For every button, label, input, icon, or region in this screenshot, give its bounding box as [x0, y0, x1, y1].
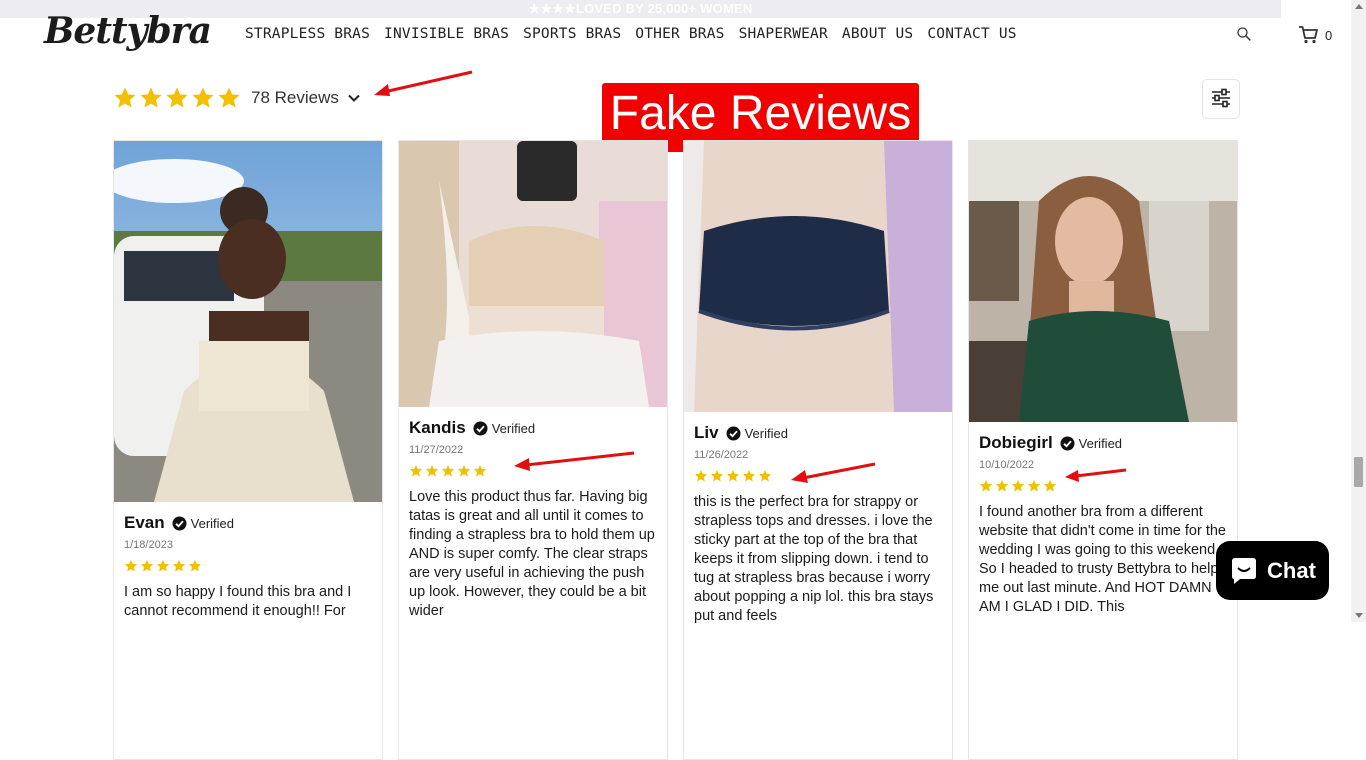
nav-sports-bras[interactable]: SPORTS BRAS [523, 26, 621, 42]
review-text: I am so happy I found this bra and I can… [124, 584, 352, 619]
star-icon [124, 559, 138, 572]
nav-invisible-bras[interactable]: INVISIBLE BRAS [384, 26, 509, 42]
verified-label: Verified [744, 425, 788, 441]
verified-label: Verified [491, 420, 536, 436]
review-date: 1/18/2023 [124, 539, 173, 551]
review-date: 11/26/2022 [694, 449, 749, 461]
annotation-arrow [514, 451, 635, 471]
star-icon [758, 469, 772, 482]
review-stars [124, 559, 372, 573]
star-icon [457, 464, 471, 477]
annotation-arrow [1065, 468, 1127, 482]
star-icon [473, 464, 487, 477]
main-nav: STRAPLESS BRAS INVISIBLE BRAS SPORTS BRA… [245, 26, 1017, 42]
scroll-down-arrow[interactable] [1355, 613, 1363, 618]
chevron-down-icon[interactable] [348, 94, 360, 102]
chat-bubble-icon [1232, 557, 1257, 584]
review-count[interactable]: 78 Reviews [251, 88, 339, 108]
review-text: this is the perfect bra for strappy or s… [694, 494, 934, 624]
star-icon [995, 479, 1009, 492]
star-icon [218, 87, 240, 108]
verified-label: Verified [190, 515, 235, 531]
filter-button[interactable] [1202, 79, 1240, 119]
review-photo[interactable] [114, 141, 383, 502]
reviewer-name: Dobiegirl [979, 433, 1053, 452]
star-icon [1043, 479, 1057, 492]
star-icon [166, 87, 188, 108]
star-icon [710, 469, 724, 482]
cart-icon[interactable] [1299, 26, 1318, 44]
star-icon [172, 559, 186, 572]
star-icon [1011, 479, 1025, 492]
announcement-text: ★★★★LOVED BY 25,000+ WOMEN [528, 1, 753, 16]
verified-check-icon [473, 421, 488, 435]
summary-stars [113, 86, 241, 110]
chat-button[interactable]: Chat [1216, 541, 1329, 600]
star-icon [140, 559, 154, 572]
reviews-summary[interactable]: 78 Reviews [113, 86, 360, 110]
review-body: Kandis Verified 11/27/2022 Love this pro… [409, 418, 657, 621]
star-icon [742, 469, 756, 482]
annotation-arrow [791, 462, 876, 483]
annotation-arrow [374, 70, 473, 96]
reviewer-name: Liv [694, 423, 719, 442]
reviewer-name: Evan [124, 513, 165, 532]
verified-check-icon [172, 516, 187, 530]
star-icon [425, 464, 439, 477]
nav-other-bras[interactable]: OTHER BRAS [635, 26, 724, 42]
scroll-thumb[interactable] [1354, 457, 1363, 487]
review-text: Love this product thus far. Having big t… [409, 489, 655, 619]
star-icon [726, 469, 740, 482]
review-body: Dobiegirl Verified 10/10/2022 I found an… [979, 433, 1227, 617]
star-icon [979, 479, 993, 492]
star-icon [694, 469, 708, 482]
star-icon [1027, 479, 1041, 492]
review-body: Evan Verified 1/18/2023 I am so happy I … [124, 513, 372, 621]
verified-check-icon [1060, 436, 1075, 450]
star-icon [188, 559, 202, 572]
star-icon [441, 464, 455, 477]
nav-strapless-bras[interactable]: STRAPLESS BRAS [245, 26, 370, 42]
review-card[interactable]: Evan Verified 1/18/2023 I am so happy I … [113, 140, 383, 760]
review-photo[interactable] [969, 141, 1238, 422]
nav-about-us[interactable]: ABOUT US [842, 26, 913, 42]
search-icon[interactable] [1237, 27, 1251, 41]
review-card[interactable]: Liv Verified 11/26/2022 this is the perf… [683, 140, 953, 760]
review-photo[interactable] [399, 141, 668, 407]
star-icon [192, 87, 214, 108]
nav-contact-us[interactable]: CONTACT US [927, 26, 1016, 42]
cart-count[interactable]: 0 [1325, 28, 1332, 43]
review-text: I found another bra from a different web… [979, 504, 1226, 615]
scroll-up-arrow[interactable] [1355, 4, 1363, 9]
chat-label: Chat [1267, 557, 1316, 583]
star-icon [156, 559, 170, 572]
filter-sliders-icon [1212, 88, 1230, 108]
review-body: Liv Verified 11/26/2022 this is the perf… [694, 423, 942, 626]
nav-shapewear[interactable]: SHAPERWEAR [739, 26, 828, 42]
brand-logo[interactable]: Bettybra [44, 10, 212, 52]
review-card[interactable]: Dobiegirl Verified 10/10/2022 I found an… [968, 140, 1238, 760]
reviewer-name: Kandis [409, 418, 466, 437]
star-icon [114, 87, 136, 108]
star-icon [409, 464, 423, 477]
review-photo[interactable] [684, 141, 953, 412]
star-icon [140, 87, 162, 108]
verified-check-icon [726, 426, 741, 440]
scrollbar[interactable] [1351, 0, 1366, 622]
verified-label: Verified [1078, 435, 1123, 451]
